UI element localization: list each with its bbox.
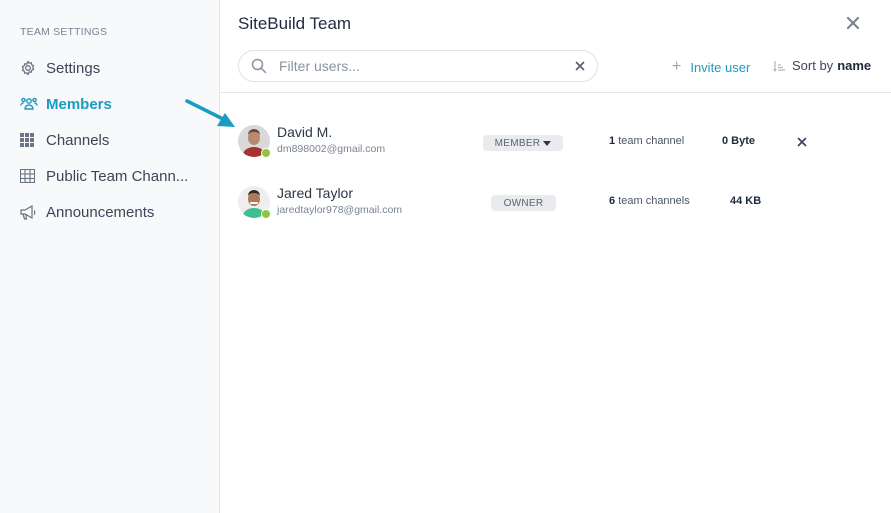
sort-icon [773,60,785,72]
role-dropdown[interactable]: MEMBER [483,135,563,151]
channel-label: team channel [618,135,685,147]
member-row: David M. dm898002@gmail.com MEMBER 1 tea… [238,121,838,161]
members-icon [20,96,40,112]
plus-icon: + [672,58,682,75]
sidebar-item-public-team-channels[interactable]: Public Team Chann... [20,165,188,187]
sidebar-item-label: Announcements [46,203,155,221]
member-name: David M. [277,124,333,140]
clear-icon [575,61,585,71]
table-icon [20,168,40,184]
avatar[interactable] [238,125,271,158]
close-icon [797,137,807,147]
sort-button[interactable]: Sort by name [773,58,871,73]
channel-label: team channels [618,195,690,207]
member-name: Jared Taylor [277,185,354,201]
member-email: jaredtaylor978@gmail.com [277,204,403,216]
search-box [238,50,598,82]
channel-count: 1 [609,135,616,147]
close-button[interactable] [843,14,863,34]
member-channels: 1 team channel [609,135,684,147]
sort-value: name [837,58,872,73]
member-row: Jared Taylor jaredtaylor978@gmail.com OW… [238,182,838,222]
filter-users-input[interactable] [279,58,559,74]
sidebar-item-announcements[interactable]: Announcements [20,201,154,223]
invite-user-button[interactable]: + Invite user [672,58,750,76]
gear-icon [20,60,40,76]
member-storage-size: 0 Byte [722,135,756,147]
sidebar-item-label: Public Team Chann... [46,167,189,185]
members-panel: SiteBuild Team + Invite user Sort by nam… [220,0,891,513]
close-icon [846,16,860,30]
online-status-indicator [261,209,271,219]
member-storage-size: 44 KB [730,195,762,207]
role-label: MEMBER [494,137,541,149]
caret-down-icon [543,140,552,146]
grid-icon [20,132,40,148]
remove-member-button[interactable] [797,134,807,150]
clear-search-button[interactable] [575,58,585,74]
sidebar-item-members[interactable]: Members [20,93,112,115]
sidebar-item-label: Settings [46,59,101,77]
role-badge: OWNER [491,195,556,211]
sidebar-heading: TEAM SETTINGS [20,26,108,38]
channel-count: 6 [609,195,616,207]
megaphone-icon [20,204,40,220]
sidebar-item-label: Channels [46,131,110,149]
sidebar-item-channels[interactable]: Channels [20,129,109,151]
member-email: dm898002@gmail.com [277,143,386,155]
member-channels: 6 team channels [609,195,690,207]
sidebar-item-label: Members [46,95,112,113]
sidebar-item-settings[interactable]: Settings [20,57,100,79]
header-divider [220,92,891,93]
page-title: SiteBuild Team [238,14,352,33]
search-icon [251,58,267,74]
avatar[interactable] [238,186,271,219]
online-status-indicator [261,148,271,158]
invite-user-label: Invite user [690,59,751,75]
role-label: OWNER [503,197,544,209]
sort-prefix: Sort by [792,58,834,73]
sidebar: TEAM SETTINGS Settings Members Channels … [0,0,220,513]
